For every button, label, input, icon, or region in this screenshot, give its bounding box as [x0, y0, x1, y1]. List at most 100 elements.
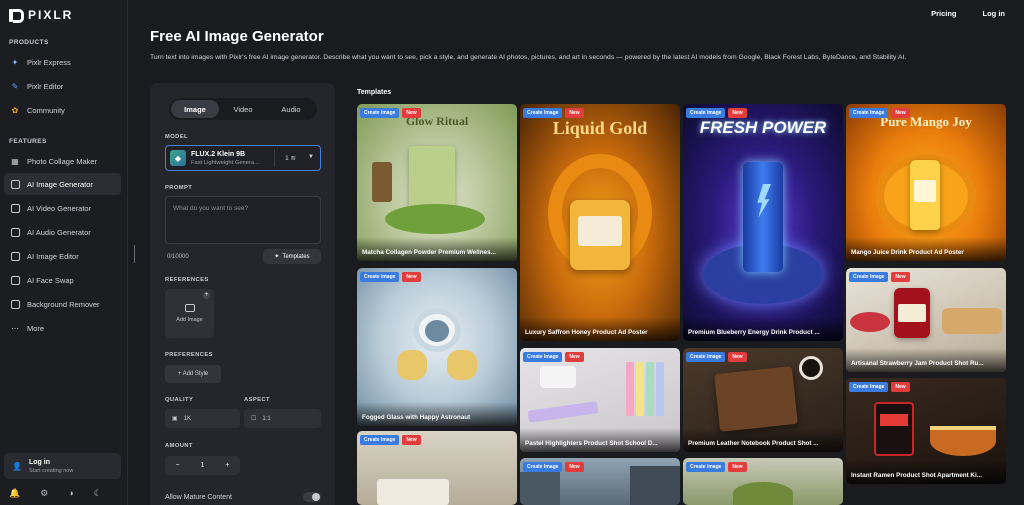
tab-video[interactable]: Video — [219, 100, 267, 118]
minus-icon[interactable]: − — [175, 462, 179, 469]
new-badge: New — [728, 352, 747, 362]
create-image-badge[interactable]: Create Image — [360, 272, 400, 282]
sidebar-item-ai-face-swap[interactable]: AI Face Swap — [4, 269, 121, 291]
sparkle-icon: ✦ — [11, 57, 19, 67]
card-caption: Premium Leather Notebook Product Shot ..… — [683, 428, 843, 452]
features-label: FEATURES — [9, 138, 47, 145]
template-card-instant-ramen[interactable]: Create Image New Instant Ramen Product Sh… — [846, 378, 1006, 484]
template-card-wellness[interactable]: Create Image New — [357, 431, 517, 505]
chevron-down-icon: ▼ — [308, 154, 314, 160]
page-title: Free AI Image Generator — [150, 28, 324, 45]
template-card-mango[interactable]: Pure Mango Joy Create Image New Mango Jui… — [846, 104, 1006, 261]
community-icon: ✿ — [11, 105, 19, 115]
preferences-label: PREFERENCES — [165, 352, 213, 358]
sidebar-item-community[interactable]: ✿ Community — [4, 99, 121, 121]
brush-icon: ✎ — [11, 81, 19, 91]
login-link[interactable]: Log in — [983, 9, 1006, 18]
mature-content-toggle[interactable] — [303, 492, 321, 502]
create-image-badge[interactable]: Create Image — [849, 272, 889, 282]
create-image-badge[interactable]: Create Image — [523, 108, 563, 118]
sidebar-item-photo-collage[interactable]: ▦ Photo Collage Maker — [4, 150, 121, 172]
templates-button-label: Templates — [282, 253, 310, 260]
background-remover-icon — [10, 299, 20, 309]
new-badge: New — [402, 108, 421, 118]
quality-select[interactable]: ▣ 1K — [165, 409, 240, 428]
new-badge: New — [728, 108, 747, 118]
pixlr-logo[interactable]: PIXLR — [9, 8, 74, 23]
sidebar-item-label: AI Image Generator — [27, 179, 93, 189]
sparkle-icon: ✦ — [274, 254, 280, 260]
model-label: MODEL — [165, 134, 188, 140]
create-image-badge[interactable]: Create Image — [849, 108, 889, 118]
create-image-badge[interactable]: Create Image — [686, 462, 726, 472]
template-card-highlighters[interactable]: Create Image New Pastel Highlighters Prod… — [520, 348, 680, 452]
moon-icon[interactable]: ☾ — [94, 488, 102, 499]
template-card-matcha[interactable]: Glow Ritual Create Image New Matcha Colla… — [357, 104, 517, 261]
pricing-link[interactable]: Pricing — [931, 9, 956, 18]
tab-audio[interactable]: Audio — [267, 100, 315, 118]
prompt-input[interactable] — [173, 205, 313, 235]
wand-icon — [10, 251, 20, 261]
create-image-badge[interactable]: Create Image — [523, 352, 563, 362]
tab-image[interactable]: Image — [171, 100, 219, 118]
card-badges: Create Image New — [360, 435, 421, 445]
sidebar-item-ai-image-editor[interactable]: AI Image Editor — [4, 245, 121, 267]
template-card-greenery[interactable]: Create Image New — [683, 458, 843, 505]
template-card-leather-notebook[interactable]: Create Image New Premium Leather Notebook… — [683, 348, 843, 452]
template-card-energy-drink[interactable]: FRESH POWER Create Image New Premium Blue… — [683, 104, 843, 341]
card-badges: Create Image New — [686, 462, 747, 472]
model-select[interactable]: ◆ FLUX.2 Klein 9B Fast Lightweight Gener… — [165, 145, 321, 171]
image-icon — [184, 304, 195, 312]
aspect-label: ASPECT — [244, 397, 270, 403]
sidebar-item-background-remover[interactable]: Background Remover — [4, 293, 121, 315]
card-caption: Pastel Highlighters Product Shot School … — [520, 428, 680, 452]
create-image-badge[interactable]: Create Image — [686, 352, 726, 362]
pixlr-logo-icon — [9, 8, 24, 23]
sidebar-item-pixlr-editor[interactable]: ✎ Pixlr Editor — [4, 75, 121, 97]
create-image-badge[interactable]: Create Image — [360, 435, 400, 445]
model-thumb-icon: ◆ — [170, 150, 186, 166]
sidebar-bottom-icons: 🔔 ⚙ ◑ ☾ — [9, 488, 102, 499]
create-image-badge[interactable]: Create Image — [686, 108, 726, 118]
sidebar-item-pixlr-express[interactable]: ✦ Pixlr Express — [4, 51, 121, 73]
generator-panel: Image Video Audio MODEL ◆ FLUX.2 Klein 9… — [150, 83, 335, 505]
sidebar-item-ai-image-generator[interactable]: AI Image Generator — [4, 173, 121, 195]
gear-icon[interactable]: ⚙ — [40, 488, 48, 499]
new-badge: New — [565, 462, 584, 472]
create-image-badge[interactable]: Create Image — [849, 382, 889, 392]
sidebar-item-label: AI Image Editor — [27, 251, 79, 261]
add-style-button[interactable]: + Add Style — [165, 365, 221, 383]
template-card-saffron-honey[interactable]: Liquid Gold Create Image New Luxury Saffr… — [520, 104, 680, 341]
grid-icon: ▦ — [11, 156, 19, 166]
add-image-button[interactable]: + Add Image — [165, 289, 214, 338]
sidebar-item-more[interactable]: ⋯ More — [4, 317, 121, 339]
card-art-title: Liquid Gold — [552, 118, 648, 138]
login-subtitle: Start creating now — [29, 467, 74, 474]
card-caption: Premium Blueberry Energy Drink Product .… — [683, 317, 843, 341]
new-badge: New — [402, 272, 421, 282]
panel-resize-handle[interactable] — [134, 245, 135, 263]
template-card-city[interactable]: Create Image New — [520, 458, 680, 505]
audio-icon — [10, 227, 20, 237]
face-swap-icon — [10, 275, 20, 285]
create-image-badge[interactable]: Create Image — [523, 462, 563, 472]
sidebar-item-label: AI Audio Generator — [27, 227, 91, 237]
template-card-astronaut[interactable]: Create Image New Fogged Glass with Happy … — [357, 268, 517, 426]
sidebar-item-label: AI Video Generator — [27, 203, 92, 213]
add-image-label: Add Image — [176, 317, 203, 323]
sidebar-item-label: Pixlr Express — [27, 57, 71, 67]
login-title: Log in — [29, 458, 50, 466]
template-card-strawberry-jam[interactable]: Create Image New Artisanal Strawberry Jam… — [846, 268, 1006, 372]
templates-button[interactable]: ✦ Templates — [263, 249, 321, 264]
card-badges: Create Image New — [849, 272, 910, 282]
create-image-badge[interactable]: Create Image — [360, 108, 400, 118]
bell-icon[interactable]: 🔔 — [9, 488, 20, 499]
palette-icon[interactable]: ◑ — [68, 488, 73, 499]
logo-text: PIXLR — [28, 8, 74, 22]
sidebar-item-ai-video-generator[interactable]: AI Video Generator — [4, 197, 121, 219]
aspect-select[interactable]: ☐ 1:1 — [244, 409, 321, 428]
video-icon — [10, 203, 20, 213]
plus-icon[interactable]: + — [225, 462, 229, 469]
sidebar-item-ai-audio-generator[interactable]: AI Audio Generator — [4, 221, 121, 243]
sidebar-login[interactable]: 👤 Log in Start creating now — [4, 453, 121, 479]
